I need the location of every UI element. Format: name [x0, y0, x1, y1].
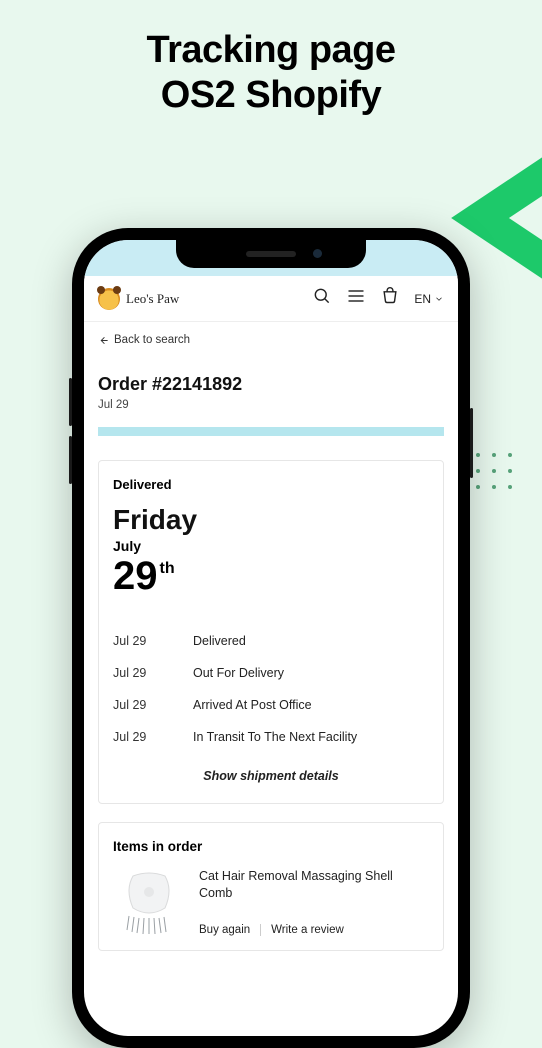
order-title: Order #22141892: [98, 374, 444, 395]
order-date: Jul 29: [98, 399, 444, 411]
phone-frame: Leo's Paw EN Back: [72, 228, 470, 1048]
language-selector[interactable]: EN: [414, 292, 444, 306]
tracking-event: Jul 29 Delivered: [113, 625, 429, 657]
chevron-down-icon: [434, 294, 444, 304]
tracking-event: Jul 29 Out For Delivery: [113, 657, 429, 689]
tracking-events: Jul 29 Delivered Jul 29 Out For Delivery…: [113, 625, 429, 753]
progress-bar: [98, 427, 444, 436]
product-title[interactable]: Cat Hair Removal Massaging Shell Comb: [199, 868, 429, 902]
store-name: Leo's Paw: [126, 291, 179, 307]
tracking-event: Jul 29 Arrived At Post Office: [113, 689, 429, 721]
buy-again-link[interactable]: Buy again: [199, 924, 250, 936]
shipment-card: Delivered Friday July 29th Jul 29 Delive…: [98, 460, 444, 804]
decorative-dots: [476, 453, 512, 489]
back-to-search-link[interactable]: Back to search: [98, 334, 444, 346]
lion-logo-icon: [98, 288, 120, 310]
delivery-day-name: Friday: [113, 504, 429, 536]
order-item: Cat Hair Removal Massaging Shell Comb Bu…: [113, 868, 429, 940]
store-logo[interactable]: Leo's Paw: [98, 288, 179, 310]
tracking-event: Jul 29 In Transit To The Next Facility: [113, 721, 429, 753]
promo-heading: Tracking page OS2 Shopify: [0, 28, 542, 118]
show-shipment-details-link[interactable]: Show shipment details: [113, 763, 429, 789]
items-header: Items in order: [113, 839, 429, 854]
arrow-left-icon: [98, 335, 109, 346]
menu-icon[interactable]: [346, 286, 366, 311]
phone-notch: [176, 240, 366, 268]
store-header: Leo's Paw EN: [84, 276, 458, 322]
phone-screen: Leo's Paw EN Back: [84, 240, 458, 1036]
cart-icon[interactable]: [380, 286, 400, 311]
product-image[interactable]: [113, 868, 185, 940]
search-icon[interactable]: [312, 286, 332, 311]
items-card: Items in order: [98, 822, 444, 951]
delivery-month: July: [113, 538, 429, 554]
write-review-link[interactable]: Write a review: [260, 924, 344, 936]
delivery-day-number: 29th: [113, 554, 429, 599]
shipment-status: Delivered: [113, 477, 429, 492]
